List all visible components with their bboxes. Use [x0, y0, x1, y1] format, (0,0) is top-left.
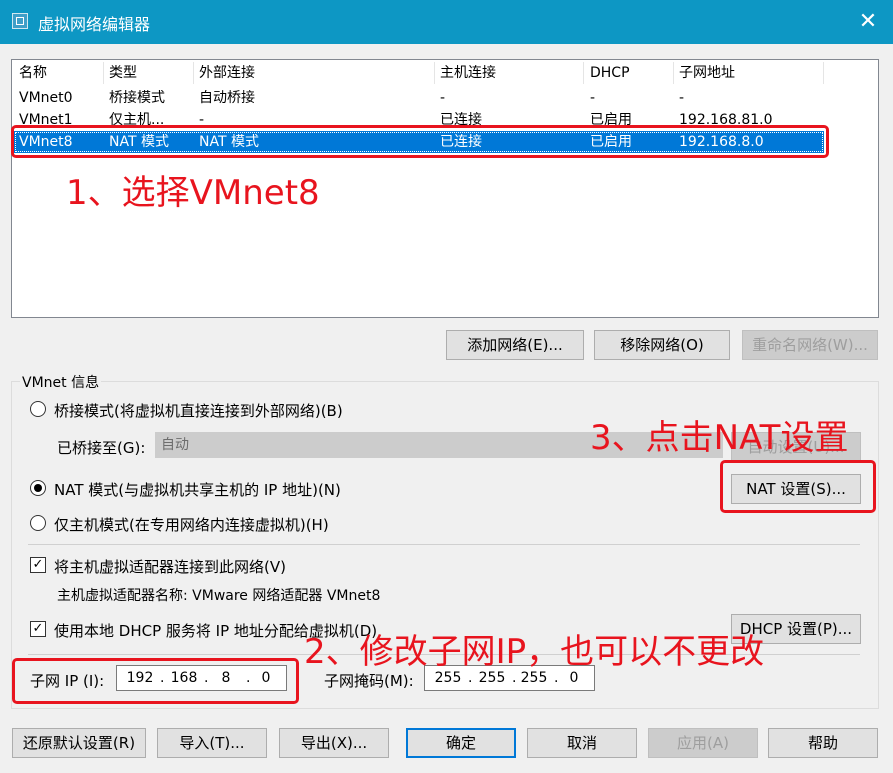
remove-network-button[interactable]: 移除网络(O)	[594, 330, 730, 360]
bridged-radio[interactable]	[30, 401, 46, 417]
connect-adapter-checkbox[interactable]: ✓	[30, 557, 46, 573]
add-network-button[interactable]: 添加网络(E)...	[446, 330, 584, 360]
restore-defaults-button[interactable]: 还原默认设置(R)	[12, 728, 146, 758]
cell-subnet: -	[679, 90, 685, 106]
close-button[interactable]: ✕	[852, 6, 884, 38]
export-button[interactable]: 导出(X)...	[279, 728, 389, 758]
bridged-to-label: 已桥接至(G):	[57, 439, 146, 457]
column-header-type[interactable]: 类型	[109, 65, 137, 82]
dhcp-checkbox[interactable]: ✓	[30, 621, 46, 637]
annotation-step1: 1、选择VMnet8	[66, 173, 320, 213]
network-editor-icon	[12, 13, 28, 29]
list-row-vmnet0[interactable]: VMnet0 桥接模式 自动桥接 - - -	[12, 87, 878, 109]
list-header: 名称 类型 外部连接 主机连接 DHCP 子网地址	[12, 60, 878, 86]
nat-radio[interactable]	[30, 480, 46, 496]
help-button[interactable]: 帮助	[768, 728, 878, 758]
annotation-box-nat-settings	[720, 460, 876, 513]
apply-button[interactable]: 应用(A)	[648, 728, 758, 758]
divider	[28, 544, 860, 545]
bridged-radio-label[interactable]: 桥接模式(将虚拟机直接连接到外部网络)(B)	[54, 400, 343, 421]
hostonly-radio[interactable]	[30, 515, 46, 531]
cell-host: -	[440, 90, 446, 106]
column-header-host[interactable]: 主机连接	[440, 65, 496, 82]
cell-external: 自动桥接	[199, 90, 255, 106]
ok-button[interactable]: 确定	[406, 728, 516, 758]
subnet-mask-label: 子网掩码(M):	[324, 672, 414, 690]
connect-adapter-label[interactable]: 将主机虚拟适配器连接到此网络(V)	[54, 556, 286, 577]
column-header-name[interactable]: 名称	[19, 65, 47, 82]
annotation-box-vmnet8	[11, 125, 829, 158]
annotation-step2: 2、修改子网IP，也可以不更改	[304, 632, 765, 672]
annotation-step3: 3、点击NAT设置	[590, 418, 849, 458]
title-bar: 虚拟网络编辑器 ✕	[0, 0, 893, 44]
adapter-name-text: 主机虚拟适配器名称: VMware 网络适配器 VMnet8	[57, 588, 381, 604]
column-header-external[interactable]: 外部连接	[199, 65, 255, 82]
cell-dhcp: -	[590, 90, 596, 106]
column-header-subnet[interactable]: 子网地址	[679, 65, 735, 82]
cell-name: VMnet0	[19, 90, 73, 106]
window-title: 虚拟网络编辑器	[38, 15, 151, 34]
rename-network-button[interactable]: 重命名网络(W)...	[742, 330, 878, 360]
nat-radio-label[interactable]: NAT 模式(与虚拟机共享主机的 IP 地址)(N)	[54, 479, 341, 500]
import-button[interactable]: 导入(T)...	[157, 728, 267, 758]
column-header-dhcp[interactable]: DHCP	[590, 65, 630, 82]
annotation-box-subnet-ip	[12, 658, 299, 704]
hostonly-radio-label[interactable]: 仅主机模式(在专用网络内连接虚拟机)(H)	[54, 514, 329, 535]
cell-type: 桥接模式	[109, 90, 165, 106]
vmnet-info-label: VMnet 信息	[20, 372, 102, 392]
cancel-button[interactable]: 取消	[527, 728, 637, 758]
